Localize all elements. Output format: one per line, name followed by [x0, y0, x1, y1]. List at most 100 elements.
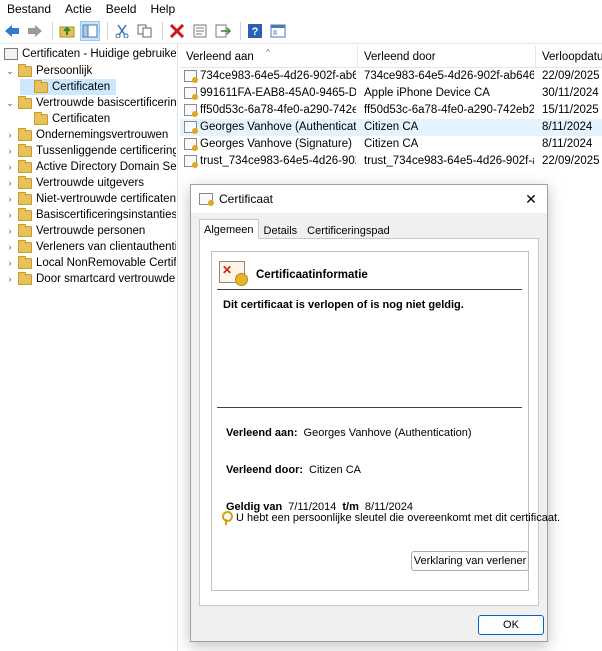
export-icon[interactable]	[213, 21, 233, 41]
cell-issued-by: ff50d53c-6a78-4fe0-a290-742eb2f...	[364, 104, 534, 116]
copy-icon[interactable]	[135, 21, 155, 41]
tree-item-certificaten-vertrouwd[interactable]: Certificaten	[20, 111, 110, 127]
table-row[interactable]: trust_734ce983-64e5-4d26-902f... trust_7…	[180, 153, 602, 170]
cell-issued-to: 734ce983-64e5-4d26-902f-ab64...	[200, 70, 356, 82]
svg-text:?: ?	[252, 26, 259, 38]
pane-splitter[interactable]	[177, 44, 178, 651]
tree-item-label: Ondernemingsvertrouwen	[36, 129, 169, 141]
column-header-issued-to[interactable]: Verleend aan ^	[180, 46, 358, 68]
field-value: Georges Vanhove (Authentication)	[303, 427, 472, 439]
tree-item-vertrouwde-basiscertificering[interactable]: ⌄ Vertrouwde basiscertificering	[4, 95, 176, 111]
folder-icon	[18, 207, 32, 221]
tree-root[interactable]: Certificaten - Huidige gebruiker	[2, 46, 176, 62]
table-row-selected[interactable]: Georges Vanhove (Authenticati... Citizen…	[180, 119, 602, 136]
cut-icon[interactable]	[112, 21, 132, 41]
cell-issued-to: trust_734ce983-64e5-4d26-902f...	[200, 155, 356, 167]
toolbar-separator	[240, 21, 241, 40]
menu-help[interactable]: Help	[143, 0, 182, 18]
folder-icon	[18, 63, 32, 77]
tree-item-basiscertificeringsinstanties[interactable]: › Basiscertificeringsinstanties v	[4, 207, 176, 223]
tree-item-persoonlijk[interactable]: ⌄ Persoonlijk	[4, 63, 92, 79]
chevron-right-icon[interactable]: ›	[4, 242, 16, 252]
chevron-right-icon[interactable]: ›	[4, 130, 16, 140]
tree-item-smartcard[interactable]: › Door smartcard vertrouwde b	[4, 271, 176, 287]
chevron-down-icon[interactable]: ⌄	[4, 98, 16, 109]
invalid-certificate-icon: ✕	[219, 261, 248, 286]
tree-item-label: Vertrouwde uitgevers	[36, 177, 145, 189]
certificate-icon	[184, 104, 198, 117]
delete-icon[interactable]	[167, 21, 187, 41]
tree-item-tussenliggende[interactable]: › Tussenliggende certificerings	[4, 143, 176, 159]
column-header-expiry[interactable]: Verloopdatum	[536, 46, 602, 68]
help-icon[interactable]: ?	[245, 21, 265, 41]
tab-details[interactable]: Details	[259, 221, 303, 239]
chevron-right-icon[interactable]: ›	[4, 226, 16, 236]
certificate-icon	[184, 87, 198, 100]
tree-item-certificaten-persoonlijk[interactable]: Certificaten	[20, 79, 117, 95]
table-row[interactable]: 991611FA-EAB8-45A0-9465-D73... Apple iPh…	[180, 85, 602, 102]
sort-ascending-icon: ^	[266, 48, 270, 57]
chevron-right-icon[interactable]: ›	[4, 258, 16, 268]
issuer-statement-button[interactable]: Verklaring van verlener	[411, 551, 529, 571]
chevron-right-icon[interactable]: ›	[4, 194, 16, 204]
cell-expires: 8/11/2024	[542, 121, 593, 133]
close-icon[interactable]: ✕	[521, 189, 541, 209]
console-icon[interactable]	[268, 21, 288, 41]
dialog-title: Certificaat	[219, 192, 274, 206]
ok-button[interactable]: OK	[478, 615, 544, 635]
tree-item-vertrouwde-personen[interactable]: › Vertrouwde personen	[4, 223, 145, 239]
tree-item-ondernemingsvertrouwen[interactable]: › Ondernemingsvertrouwen	[4, 127, 168, 143]
tree-item-niet-vertrouwde[interactable]: › Niet-vertrouwde certificaten	[4, 191, 176, 207]
chevron-down-icon[interactable]: ⌄	[4, 66, 16, 77]
validity-message: Dit certificaat is verlopen of is nog ni…	[223, 299, 464, 311]
folder-icon	[18, 191, 32, 205]
tree-item-label: Local NonRemovable Certific	[36, 257, 176, 269]
field-label: Verleend aan:	[226, 427, 298, 439]
dialog-title-bar[interactable]: Certificaat ✕	[191, 185, 547, 213]
tree-item-active-directory[interactable]: › Active Directory Domain Serv	[4, 159, 176, 175]
folder-icon	[18, 255, 32, 269]
tree-item-label: Persoonlijk	[36, 65, 93, 77]
divider	[217, 407, 522, 408]
column-header-issued-by[interactable]: Verleend door	[358, 46, 536, 68]
menu-bestand[interactable]: Bestand	[0, 0, 58, 18]
tree-item-label: Vertrouwde personen	[36, 225, 146, 237]
folder-icon	[18, 159, 32, 173]
tree-item-label: Basiscertificeringsinstanties v	[36, 209, 176, 221]
certificate-icon	[184, 155, 198, 168]
folder-icon	[34, 111, 48, 125]
tree-item-label: Vertrouwde basiscertificering	[36, 97, 176, 109]
menu-beeld[interactable]: Beeld	[99, 0, 144, 18]
up-folder-icon[interactable]	[57, 21, 77, 41]
chevron-right-icon[interactable]: ›	[4, 178, 16, 188]
field-issued-by: Verleend door: Citizen CA	[226, 464, 361, 476]
tab-certificeringspad[interactable]: Certificeringspad	[302, 221, 395, 239]
toolbar-separator	[52, 21, 53, 40]
table-row[interactable]: Georges Vanhove (Signature) Citizen CA 8…	[180, 136, 602, 153]
tree-item-local-nonremovable[interactable]: › Local NonRemovable Certific	[4, 255, 176, 271]
properties-icon[interactable]	[190, 21, 210, 41]
tab-algemeen[interactable]: Algemeen	[199, 219, 259, 239]
menu-actie[interactable]: Actie	[58, 0, 99, 18]
table-row[interactable]: ff50d53c-6a78-4fe0-a290-742eb... ff50d53…	[180, 102, 602, 119]
column-label: Verleend door	[364, 51, 436, 63]
chevron-right-icon[interactable]: ›	[4, 162, 16, 172]
divider	[217, 289, 522, 290]
tree-item-label: Certificaten	[52, 81, 111, 93]
show-hide-tree-icon[interactable]	[80, 20, 100, 41]
folder-icon	[18, 239, 32, 253]
column-label: Verleend aan	[186, 51, 254, 63]
cell-issued-to: ff50d53c-6a78-4fe0-a290-742eb...	[200, 104, 356, 116]
tree-item-verleners-clientauthenticatie[interactable]: › Verleners van clientauthentica	[4, 239, 176, 255]
back-arrow-icon[interactable]	[2, 21, 22, 41]
forward-arrow-icon[interactable]	[25, 21, 45, 41]
table-row[interactable]: 734ce983-64e5-4d26-902f-ab64... 734ce983…	[180, 68, 602, 85]
list-header: Verleend aan ^ Verleend door Verloopdatu…	[180, 46, 602, 68]
menu-bar: Bestand Actie Beeld Help	[0, 0, 602, 18]
chevron-right-icon[interactable]: ›	[4, 146, 16, 156]
chevron-right-icon[interactable]: ›	[4, 210, 16, 220]
tree-item-vertrouwde-uitgevers[interactable]: › Vertrouwde uitgevers	[4, 175, 144, 191]
chevron-right-icon[interactable]: ›	[4, 274, 16, 284]
folder-icon	[18, 175, 32, 189]
private-key-note: U hebt een persoonlijke sleutel die over…	[236, 512, 561, 524]
